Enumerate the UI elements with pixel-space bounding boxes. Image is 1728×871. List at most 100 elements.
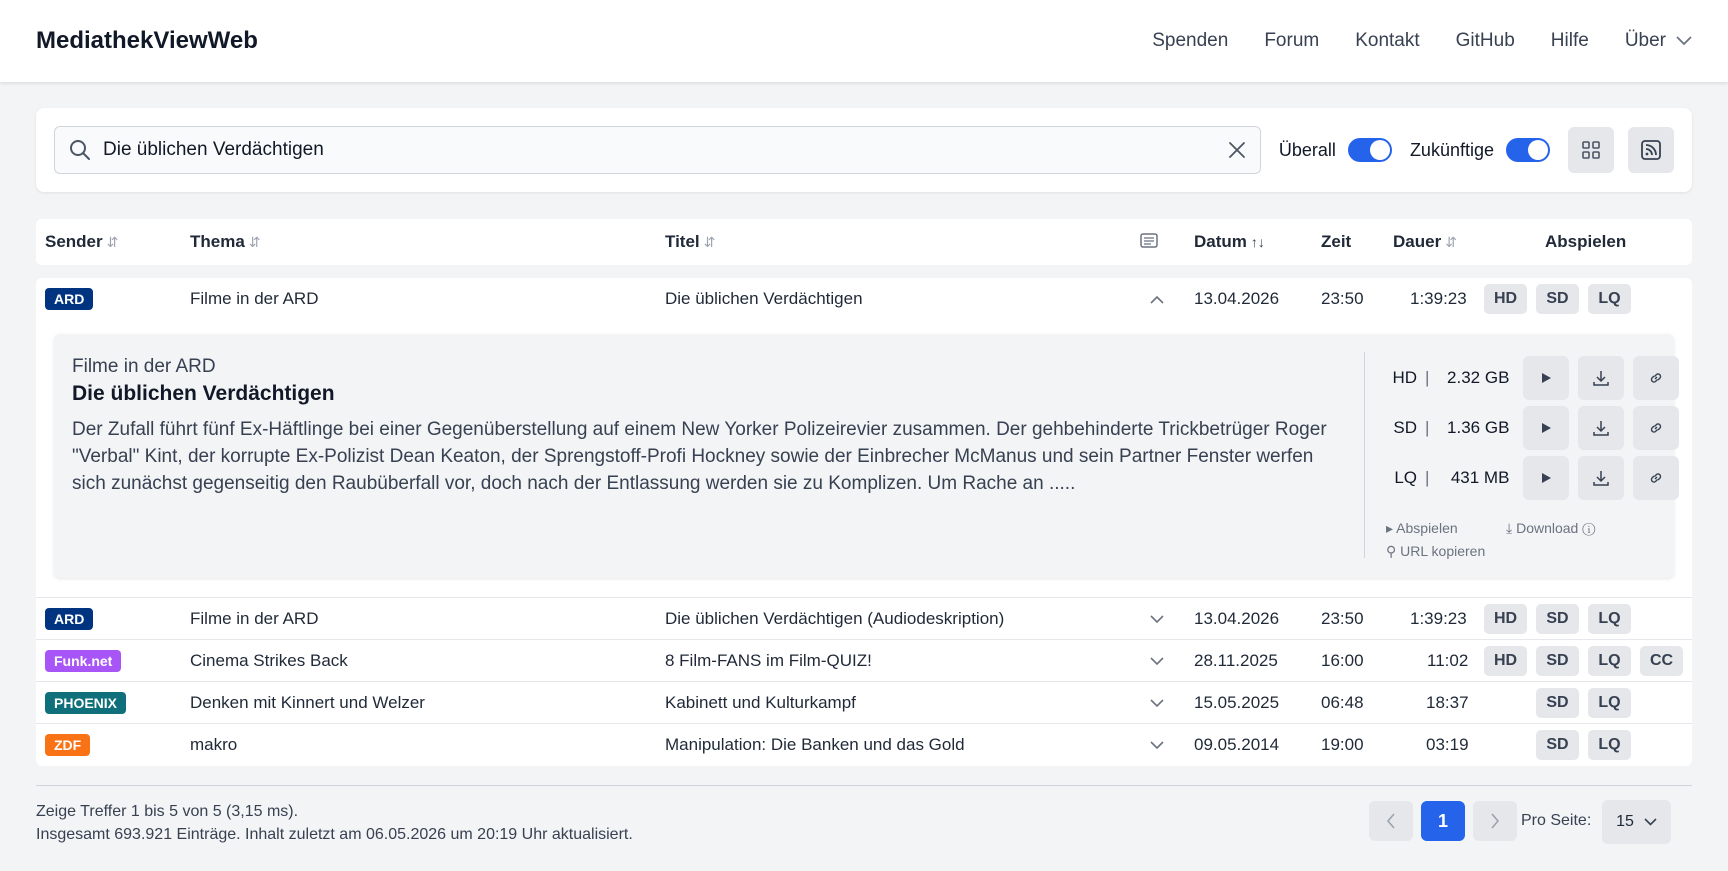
search-box (54, 126, 1261, 174)
table-row[interactable]: ARD Filme in der ARD Die üblichen Verdäc… (36, 278, 1692, 320)
copy-url-button[interactable] (1633, 406, 1680, 450)
quality-hd-button[interactable]: HD (1484, 603, 1527, 634)
grid-icon (1582, 141, 1600, 159)
chevron-down-icon[interactable] (1150, 651, 1164, 671)
quality-sd-button[interactable]: SD (1536, 645, 1579, 676)
toggle-everywhere-switch[interactable] (1347, 138, 1392, 162)
row-date: 13.04.2026 (1194, 608, 1280, 628)
row-title[interactable]: Manipulation: Die Banken und das Gold (665, 735, 965, 755)
nav-spenden[interactable]: Spenden (1152, 30, 1228, 52)
play-button[interactable] (1523, 356, 1570, 400)
sort-icon: ⇵ (248, 234, 261, 250)
table-row[interactable]: ZDF makro Manipulation: Die Banken und d… (36, 724, 1692, 766)
per-page-select[interactable]: 15 (1602, 800, 1671, 844)
row-title[interactable]: Die üblichen Verdächtigen (Audiodeskript… (665, 609, 1004, 629)
quality-sd-button[interactable]: SD (1536, 603, 1579, 634)
column-topic[interactable]: Thema ⇵ (190, 232, 261, 252)
download-button[interactable] (1578, 406, 1625, 450)
play-button[interactable] (1523, 406, 1570, 450)
link-icon (1651, 373, 1662, 383)
quality-lq-button[interactable]: LQ (1588, 284, 1631, 314)
table-row[interactable]: ARD Filme in der ARD Die üblichen Verdäc… (36, 598, 1692, 640)
legend-play: ▸ Abspielen (1386, 520, 1458, 536)
rss-icon (1641, 140, 1661, 160)
clear-search-icon[interactable] (1228, 141, 1246, 159)
detail-wrapper: Filme in der ARD Die üblichen Verdächtig… (36, 334, 1692, 598)
nav-kontakt[interactable]: Kontakt (1355, 30, 1419, 52)
nav-hilfe[interactable]: Hilfe (1551, 30, 1589, 52)
copy-url-button[interactable] (1633, 456, 1680, 500)
toggle-everywhere[interactable]: Überall (1279, 138, 1392, 162)
column-duration[interactable]: Dauer ⇵ (1393, 232, 1457, 252)
table-row[interactable]: PHOENIX Denken mit Kinnert und Welzer Ka… (36, 682, 1692, 724)
column-time: Zeit (1321, 232, 1352, 251)
quality-hd-button[interactable]: HD (1484, 645, 1527, 676)
sender-badge: ZDF (45, 734, 91, 756)
toggle-future[interactable]: Zukünftige (1410, 138, 1550, 162)
detail-panel: Filme in der ARD Die üblichen Verdächtig… (54, 334, 1680, 578)
nav-github[interactable]: GitHub (1456, 30, 1515, 52)
info-icon[interactable]: ⓘ (1582, 520, 1595, 536)
row-duration: 11:02 (1427, 650, 1469, 670)
quality-lq-button[interactable]: LQ (1588, 603, 1631, 634)
per-page-label: Pro Seite: (1521, 812, 1592, 829)
play-icon (1542, 473, 1552, 483)
grid-view-button[interactable] (1568, 127, 1614, 173)
column-date[interactable]: Datum ↑↓ (1194, 232, 1265, 252)
quality-lq-button[interactable]: LQ (1588, 645, 1631, 676)
table-header: Sender ⇵ Thema ⇵ Titel ⇵ Datum ↑↓ Zeit Dauer… (36, 219, 1692, 265)
table-row[interactable]: Funk.net Cinema Strikes Back 8 Film-FANS… (36, 640, 1692, 682)
search-icon (70, 140, 90, 160)
file-size: 1.36 GB (1447, 418, 1510, 437)
quality-cc-button[interactable]: CC (1640, 645, 1683, 676)
sender-badge: PHOENIX (45, 691, 127, 714)
main-nav: Spenden Forum Kontakt GitHub Hilfe Über (1152, 30, 1692, 52)
chevron-left-icon (1386, 813, 1395, 829)
chevron-up-icon[interactable] (1150, 289, 1164, 309)
row-topic[interactable]: Filme in der ARD (190, 609, 318, 629)
prev-page-button[interactable] (1369, 801, 1413, 841)
row-time: 19:00 (1321, 735, 1364, 754)
brand-title[interactable]: MediathekViewWeb (36, 27, 258, 55)
row-topic[interactable]: Filme in der ARD (190, 289, 318, 309)
nav-forum[interactable]: Forum (1264, 30, 1319, 52)
copy-url-button[interactable] (1633, 356, 1680, 400)
quality-sd-button[interactable]: SD (1536, 687, 1579, 718)
quality-lq-button[interactable]: LQ (1588, 687, 1631, 718)
chevron-down-icon[interactable] (1150, 609, 1164, 629)
quality-lq-button[interactable]: LQ (1588, 730, 1631, 760)
toggle-future-switch[interactable] (1506, 138, 1550, 162)
search-input[interactable] (103, 139, 1216, 161)
chevron-down-icon[interactable] (1150, 735, 1164, 755)
row-topic[interactable]: Denken mit Kinnert und Welzer (190, 693, 425, 713)
file-quality: LQ (1394, 468, 1417, 487)
download-button[interactable] (1578, 456, 1625, 500)
row-title[interactable]: 8 Film-FANS im Film-QUIZ! (665, 651, 872, 671)
download-button[interactable] (1578, 356, 1625, 400)
row-title[interactable]: Die üblichen Verdächtigen (665, 289, 863, 309)
sort-icon: ⇵ (1445, 234, 1457, 250)
sort-icon: ⇵ (703, 234, 716, 250)
play-icon (1542, 373, 1552, 383)
rss-feed-button[interactable] (1628, 127, 1674, 173)
column-sender[interactable]: Sender ⇵ (45, 232, 118, 252)
page-button-current[interactable]: 1 (1421, 801, 1465, 841)
quality-sd-button[interactable]: SD (1536, 284, 1579, 314)
description-toggle-icon[interactable] (1140, 233, 1158, 254)
nav-ueber[interactable]: Über (1625, 30, 1692, 52)
play-button[interactable] (1523, 456, 1570, 500)
chevron-down-icon (1644, 818, 1657, 826)
column-title[interactable]: Titel ⇵ (665, 232, 715, 252)
next-page-button[interactable] (1473, 801, 1517, 841)
row-duration: 18:37 (1426, 692, 1469, 712)
quality-hd-button[interactable]: HD (1484, 284, 1527, 314)
row-duration: 1:39:23 (1410, 608, 1467, 628)
row-topic[interactable]: Cinema Strikes Back (190, 651, 348, 671)
row-topic[interactable]: makro (190, 735, 237, 755)
column-title-label: Titel (665, 232, 700, 251)
row-title[interactable]: Kabinett und Kulturkampf (665, 693, 856, 713)
download-icon (1593, 371, 1610, 386)
quality-sd-button[interactable]: SD (1536, 730, 1579, 760)
chevron-down-icon[interactable] (1150, 693, 1164, 713)
chevron-right-icon (1491, 813, 1500, 829)
